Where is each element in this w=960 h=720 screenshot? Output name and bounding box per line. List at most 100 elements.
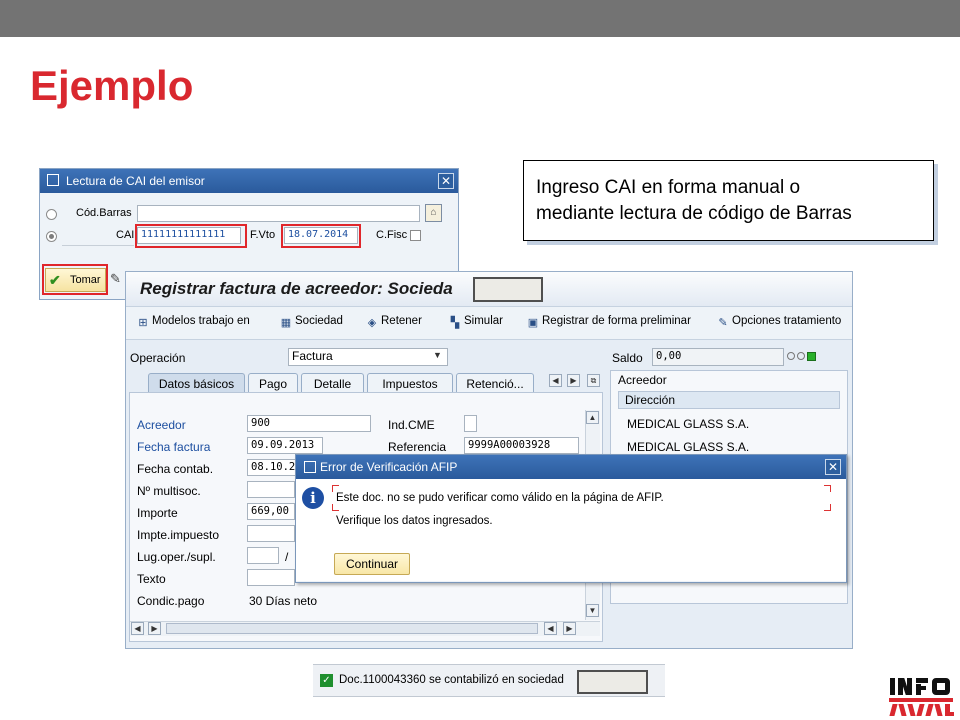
acreedor-name-line-2: MEDICAL GLASS S.A. <box>627 440 750 454</box>
multisoc-input[interactable] <box>247 481 295 498</box>
cod-barras-input[interactable] <box>137 205 420 222</box>
continuar-button[interactable]: Continuar <box>334 553 410 575</box>
tab-datos-basicos[interactable]: Datos básicos <box>148 373 245 393</box>
tab-detalle[interactable]: Detalle <box>301 373 364 393</box>
acreedor-name-line-1: MEDICAL GLASS S.A. <box>627 417 750 431</box>
redacted-company-status-box <box>577 670 648 694</box>
afip-error-hint: Verifique los datos ingresados. <box>336 515 493 527</box>
save-icon: ▣ <box>527 317 539 329</box>
edit-icon <box>47 174 59 186</box>
impte-impuesto-label: Impte.impuesto <box>137 528 220 542</box>
callout-box: Ingreso CAI en forma manual o mediante l… <box>523 160 934 241</box>
infoaval-logo <box>889 678 955 718</box>
scroll-up-icon[interactable]: ▲ <box>586 411 599 424</box>
hscroll-thumb[interactable] <box>166 623 538 634</box>
hold-icon: ◈ <box>367 317 377 329</box>
referencia-input[interactable]: 9999A00003928 <box>464 437 579 454</box>
application-toolbar: ⊞ Modelos trabajo en ▦ Sociedad ◈ Retener ▚… <box>126 307 852 340</box>
tab-impuestos[interactable]: Impuestos <box>367 373 453 393</box>
afip-error-title: Error de Verificación AFIP <box>320 460 458 474</box>
afip-error-titlebar: Error de Verificación AFIP ✕ <box>296 455 846 479</box>
lug-oper-separator: / <box>285 550 289 564</box>
acreedor-input[interactable]: 900 <box>247 415 371 432</box>
toolbar-sociedad[interactable]: ▦ Sociedad <box>280 315 343 329</box>
fecha-factura-label: Fecha factura <box>137 440 211 454</box>
radio-cai[interactable] <box>46 231 57 242</box>
simulate-icon: ▚ <box>450 317 460 329</box>
slide-title: Ejemplo <box>30 62 194 109</box>
impte-impuesto-input[interactable] <box>247 525 295 542</box>
ind-cme-label: Ind.CME <box>388 418 435 432</box>
fvto-label: F.Vto <box>250 229 276 241</box>
callout-line-1: Ingreso CAI en forma manual o <box>536 177 801 198</box>
callout-line-2: mediante lectura de código de Barras <box>536 203 852 224</box>
close-icon[interactable]: ✕ <box>825 459 841 475</box>
cai-label: CAI <box>116 229 135 241</box>
tomar-highlight <box>42 264 108 295</box>
hierarchy-icon: ⊞ <box>138 317 148 329</box>
tab-scroll-left-icon[interactable]: ◀ <box>549 374 562 387</box>
edit-icon <box>304 461 316 473</box>
tab-list-icon[interactable]: ⧉ <box>587 374 600 387</box>
importe-label: Importe <box>137 506 178 520</box>
company-icon: ▦ <box>280 317 292 329</box>
toolbar-simular[interactable]: ▚ Simular <box>449 315 503 329</box>
tab-pago[interactable]: Pago <box>248 373 298 393</box>
success-check-icon: ✓ <box>320 674 333 687</box>
tab-retencion[interactable]: Retenció... <box>456 373 534 393</box>
invoice-window-title: Registrar factura de acreedor: Socieda <box>140 279 453 298</box>
radio-cod-barras[interactable] <box>46 209 57 220</box>
tab-scroll-right-icon[interactable]: ▶ <box>567 374 580 387</box>
barcode-scan-icon[interactable]: ⌂ <box>425 204 442 222</box>
referencia-label: Referencia <box>388 440 447 454</box>
cfisc-checkbox[interactable] <box>410 230 421 241</box>
cfisc-label: C.Fisc <box>376 229 408 241</box>
traffic-light-icon <box>787 352 817 362</box>
invoice-window-titlebar: Registrar factura de acreedor: Socieda <box>126 272 852 307</box>
pencil-icon[interactable]: ✎ <box>110 271 121 287</box>
status-message: Doc.1100043360 se contabilizó en socieda… <box>339 674 564 686</box>
multisoc-label: Nº multisoc. <box>137 484 201 498</box>
fecha-factura-input[interactable]: 09.09.2013 <box>247 437 323 454</box>
saldo-field: 0,00 <box>652 348 784 366</box>
toolbar-retener[interactable]: ◈ Retener <box>366 315 422 329</box>
logo-bottom-mark <box>889 698 955 717</box>
top-banner <box>0 0 960 37</box>
scroll-left-end-icon[interactable]: ◀ <box>544 622 557 635</box>
texto-label: Texto <box>137 572 166 586</box>
scroll-left-icon[interactable]: ◀ <box>131 622 144 635</box>
info-icon: i <box>302 487 324 509</box>
scroll-right-end-icon[interactable]: ▶ <box>563 622 576 635</box>
fecha-contab-label: Fecha contab. <box>137 462 214 476</box>
scroll-right-icon[interactable]: ▶ <box>148 622 161 635</box>
ind-cme-input[interactable] <box>464 415 477 432</box>
operacion-label: Operación <box>130 351 186 365</box>
operacion-select[interactable]: Factura <box>288 348 448 366</box>
fecha-contab-input[interactable]: 08.10.2 <box>247 459 297 476</box>
chevron-down-icon[interactable]: ▼ <box>433 350 442 360</box>
acreedor-label: Acreedor <box>137 418 186 432</box>
scroll-down-icon[interactable]: ▼ <box>586 604 599 617</box>
direccion-label: Dirección <box>625 393 676 407</box>
toolbar-registrar-preliminar[interactable]: ▣ Registrar de forma preliminar <box>527 315 691 329</box>
cai-dialog-titlebar: Lectura de CAI del emisor ✕ <box>40 169 458 193</box>
condic-pago-value: 30 Días neto <box>249 594 318 608</box>
cai-dialog-title: Lectura de CAI del emisor <box>66 174 205 188</box>
lug-oper-label: Lug.oper./supl. <box>137 550 216 564</box>
lug-oper-input[interactable] <box>247 547 279 564</box>
logo-top-mark <box>889 678 955 697</box>
cod-barras-label: Cód.Barras <box>76 207 132 219</box>
afip-error-message: Este doc. no se pudo verificar como váli… <box>336 492 664 504</box>
texto-input[interactable] <box>247 569 295 586</box>
pencil-icon: ✎ <box>718 317 728 329</box>
condic-pago-label: Condic.pago <box>137 594 205 608</box>
acreedor-panel-header: Acreedor <box>618 373 667 387</box>
close-icon[interactable]: ✕ <box>438 173 454 189</box>
afip-error-dialog: Error de Verificación AFIP ✕ i Este doc.… <box>295 454 847 583</box>
toolbar-opciones[interactable]: ✎ Opciones tratamiento <box>717 315 841 329</box>
redacted-company-box <box>473 277 543 302</box>
importe-input[interactable]: 669,00 <box>247 503 295 520</box>
toolbar-modelos[interactable]: ⊞ Modelos trabajo en <box>137 315 249 329</box>
cai-highlight <box>135 224 247 248</box>
saldo-label: Saldo <box>612 351 643 365</box>
